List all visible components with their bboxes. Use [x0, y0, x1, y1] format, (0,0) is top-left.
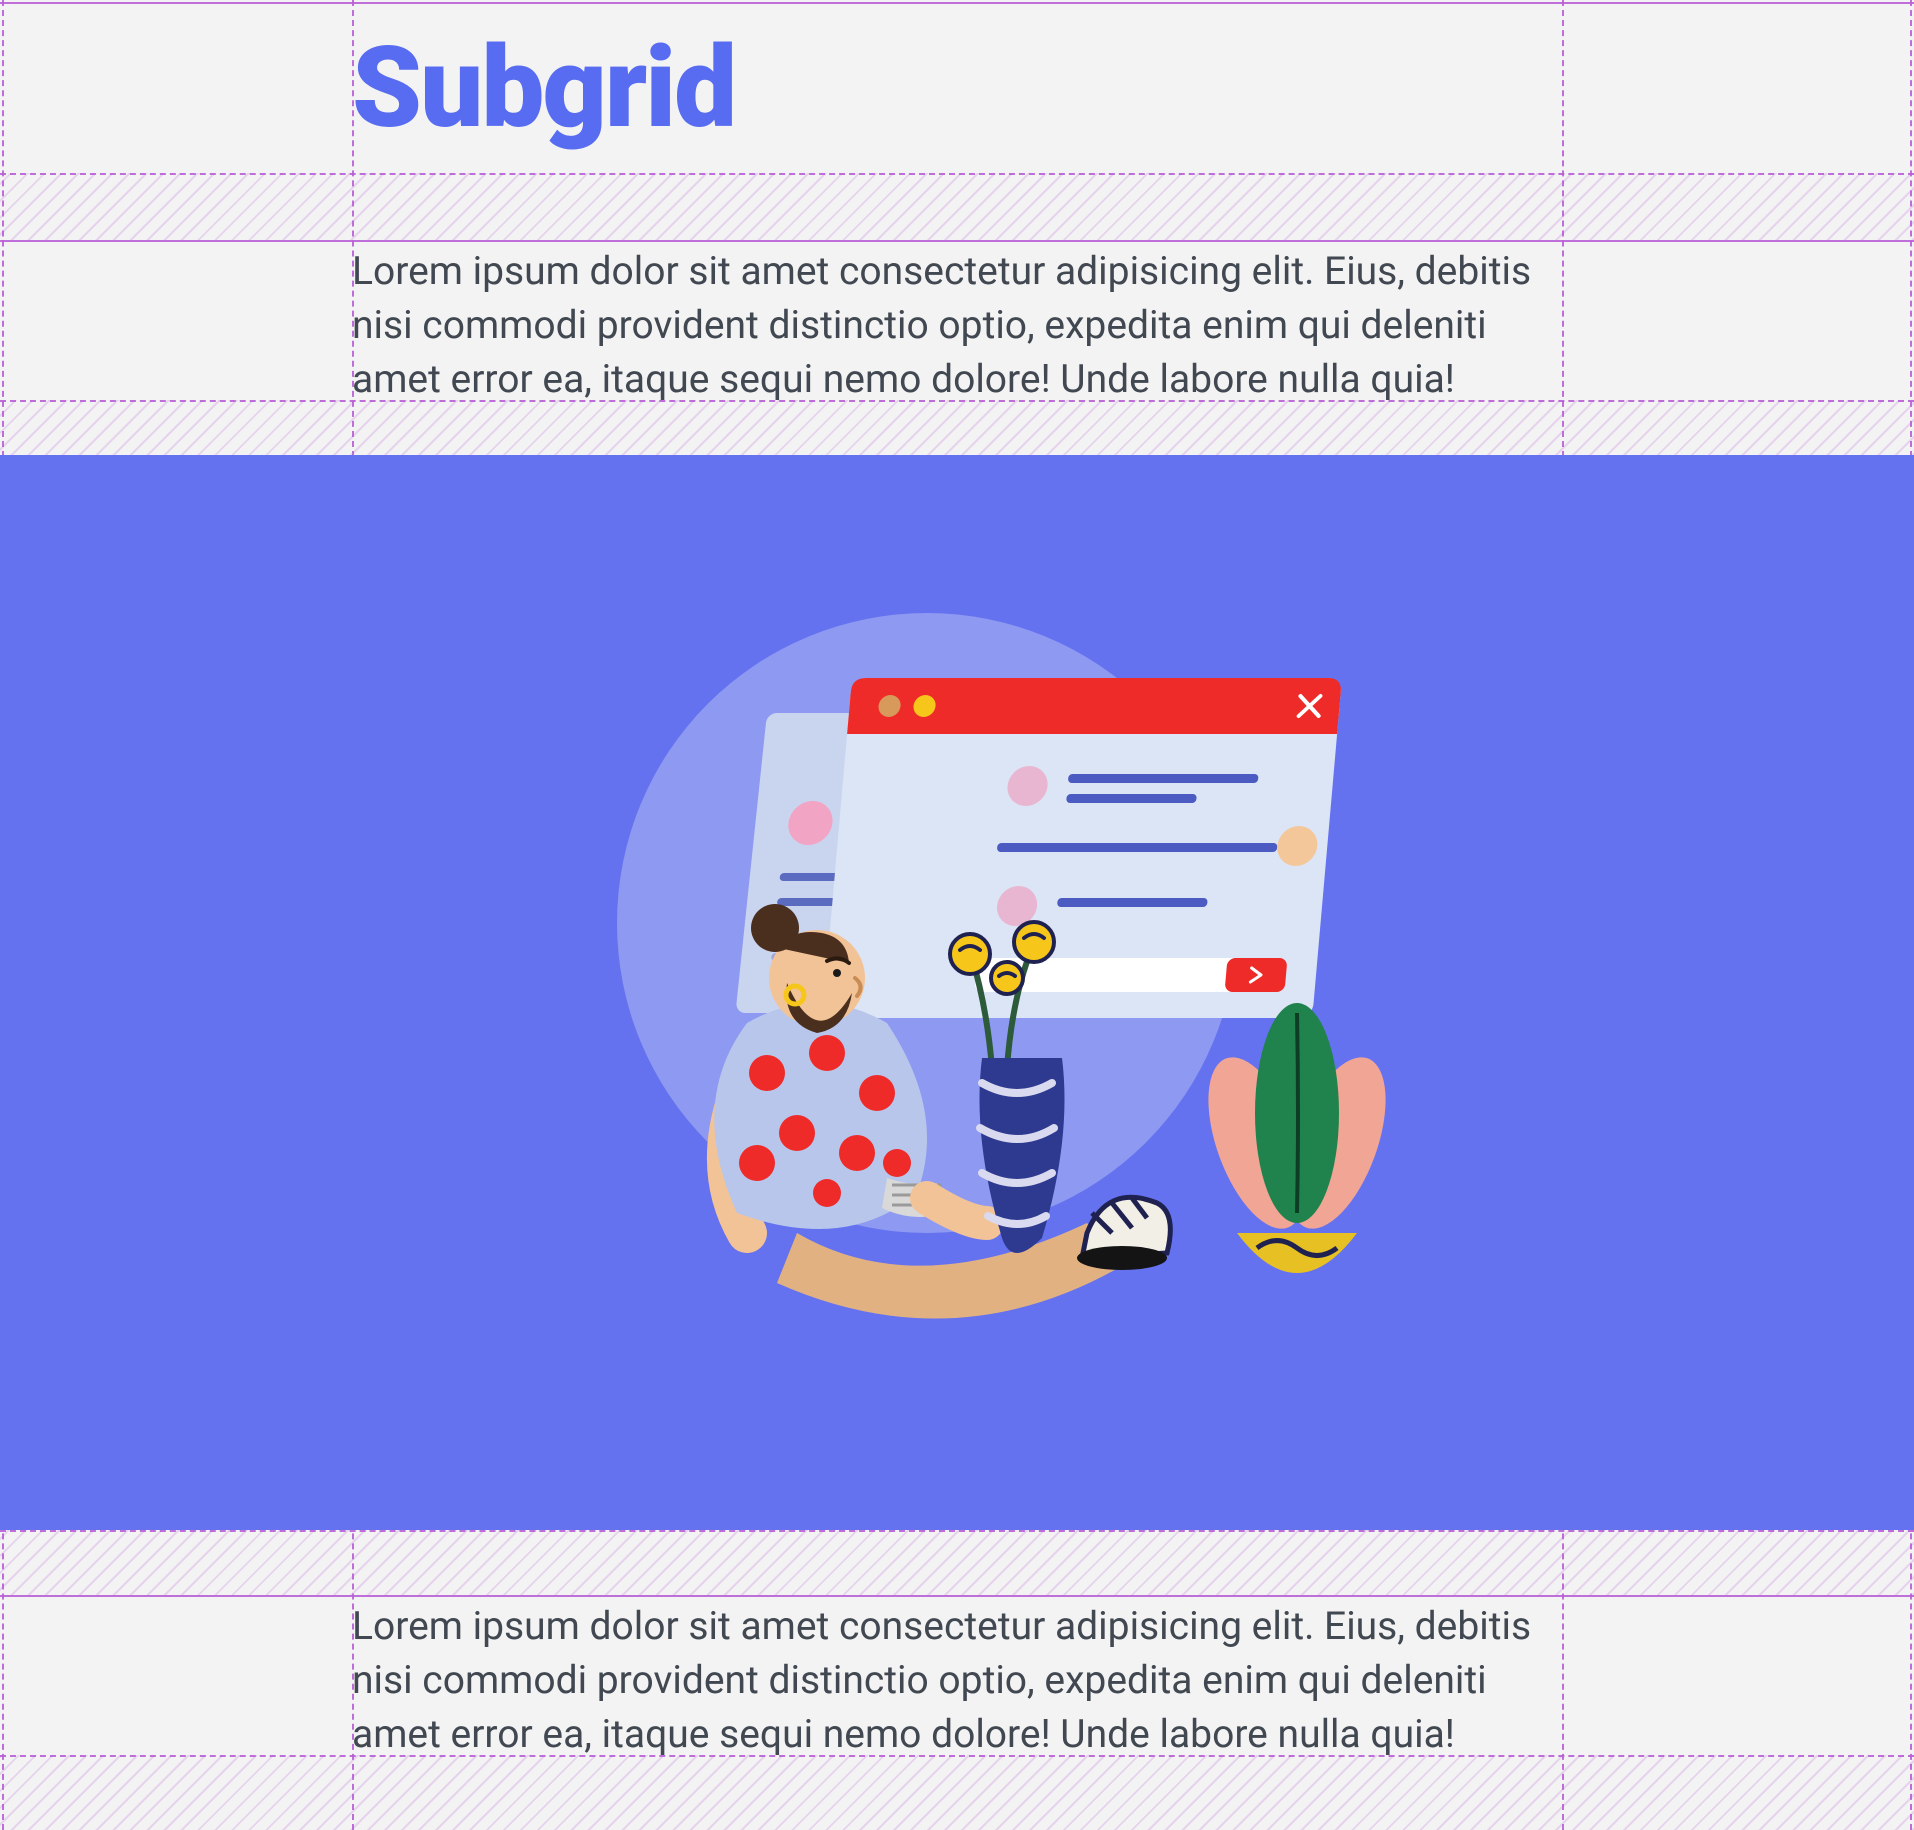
hero-illustration-block: [0, 455, 1914, 1530]
intro-paragraph: Lorem ipsum dolor sit amet consectetur a…: [352, 245, 1562, 406]
body-paragraph: Lorem ipsum dolor sit amet consectetur a…: [352, 1600, 1562, 1761]
grid-gap-hatch: [0, 173, 1914, 240]
heading-row: Subgrid: [352, 0, 1562, 148]
paragraph-row-1: Lorem ipsum dolor sit amet consectetur a…: [352, 245, 1562, 406]
hero-illustration: [457, 543, 1457, 1443]
page-root: Subgrid Lorem ipsum dolor sit amet conse…: [0, 0, 1914, 1830]
grid-gap-hatch: [0, 400, 1914, 455]
paragraph-row-2: Lorem ipsum dolor sit amet consectetur a…: [352, 1600, 1562, 1761]
grid-gap-hatch: [0, 1755, 1914, 1830]
grid-gap-hatch: [0, 1530, 1914, 1595]
page-title: Subgrid: [352, 0, 1562, 148]
